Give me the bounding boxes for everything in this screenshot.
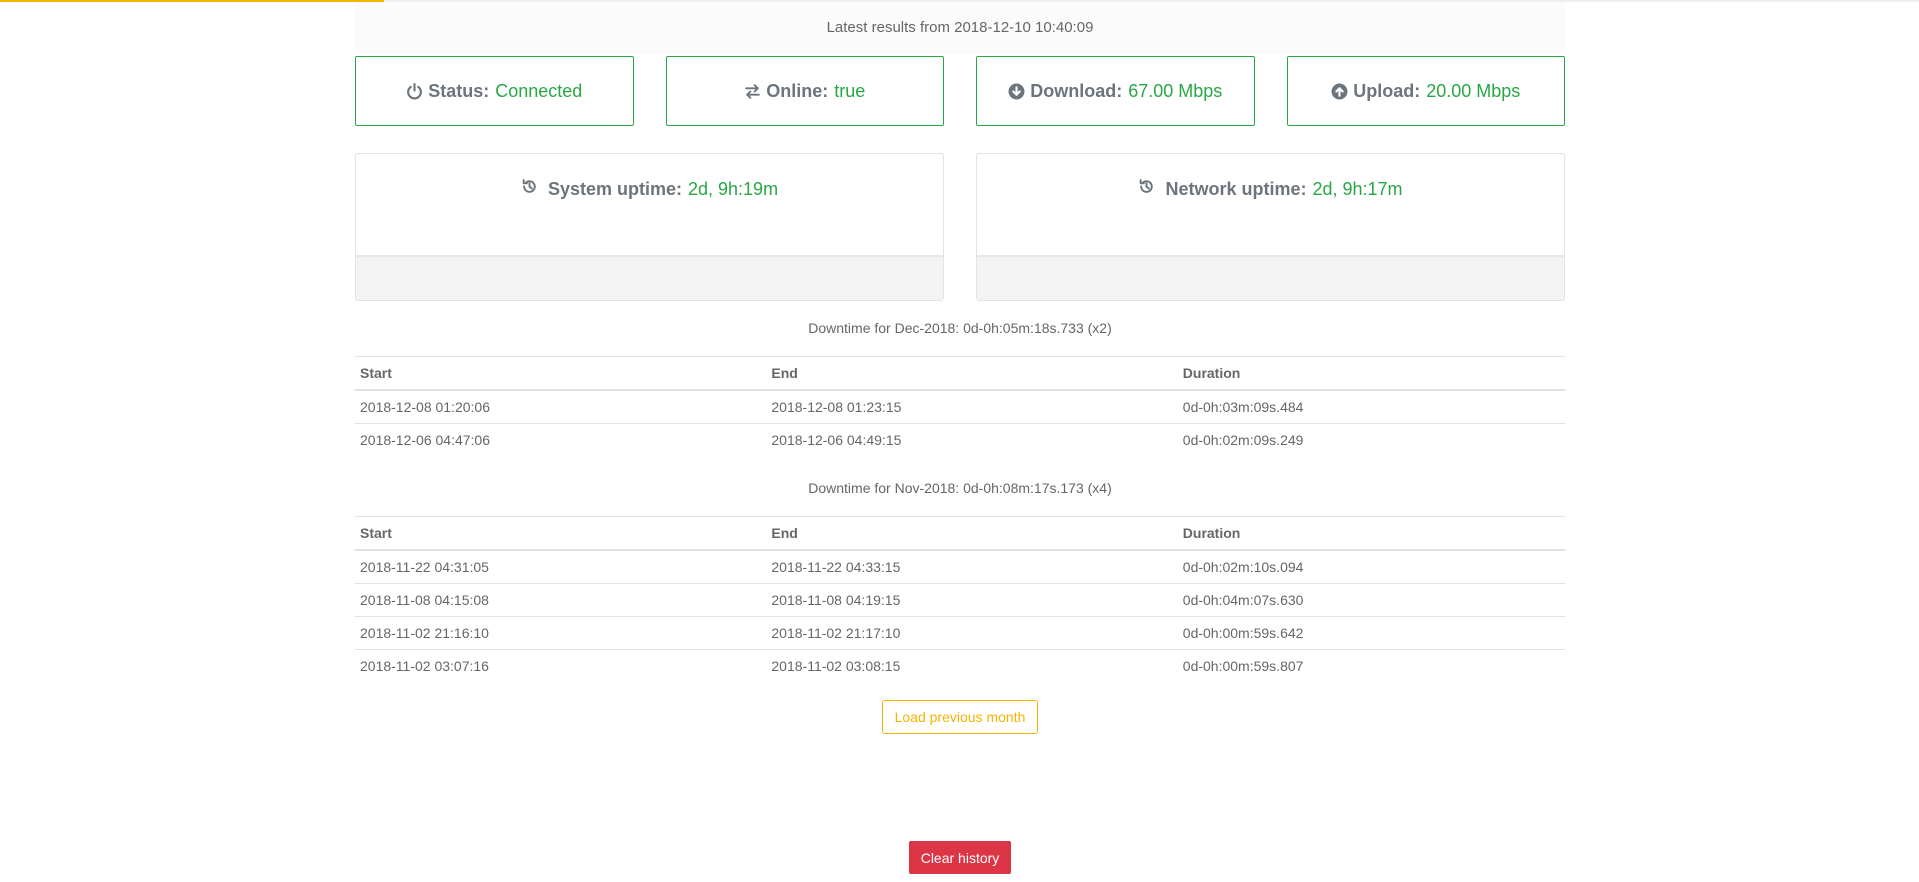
history-icon — [1138, 178, 1155, 195]
system-uptime-footer — [356, 255, 943, 300]
status-label: Status: — [428, 80, 490, 101]
exchange-icon — [744, 83, 761, 100]
network-uptime-body: Network uptime: 2d, 9h:17m — [977, 154, 1564, 255]
uptime-row: System uptime: 2d, 9h:19m Network uptime:… — [355, 153, 1565, 301]
column-header-duration: Duration — [1177, 516, 1565, 551]
online-label: Online: — [766, 80, 829, 101]
cell-duration: 0d-0h:02m:10s.094 — [1177, 550, 1565, 584]
table-header-row: Start End Duration — [355, 516, 1565, 551]
upload-value: 20.00 Mbps — [1426, 80, 1521, 101]
cell-start: 2018-11-22 04:31:05 — [355, 550, 767, 584]
network-uptime-label: Network uptime: — [1165, 179, 1307, 199]
column-header-end: End — [766, 516, 1178, 551]
status-row: Status: Connected Online: true Download:… — [355, 56, 1565, 126]
upload-label: Upload: — [1353, 80, 1421, 101]
column-header-start: Start — [355, 516, 767, 551]
cell-end: 2018-11-22 04:33:15 — [766, 550, 1178, 584]
loading-progress-bar — [0, 0, 384, 2]
upload-card: Upload: 20.00 Mbps — [1286, 56, 1565, 126]
system-uptime-body: System uptime: 2d, 9h:19m — [356, 154, 943, 255]
main-container: Latest results from 2018-12-10 10:40:09 … — [355, 0, 1565, 734]
download-card: Download: 67.00 Mbps — [976, 56, 1255, 126]
download-label: Download: — [1030, 80, 1123, 101]
cell-end: 2018-11-02 03:08:15 — [771, 658, 901, 674]
status-card: Status: Connected — [355, 56, 634, 126]
online-value: true — [834, 80, 866, 101]
cell-end: 2018-12-06 04:49:15 — [771, 432, 902, 448]
clear-history-button[interactable]: Clear history — [909, 841, 1011, 874]
system-uptime-label: System uptime: — [547, 179, 682, 199]
cell-duration: 0d-0h:03m:09s.484 — [1177, 390, 1565, 424]
cell-start: 2018-12-06 04:47:06 — [360, 432, 490, 448]
network-uptime-footer — [977, 255, 1564, 300]
upload-icon — [1331, 83, 1348, 100]
cell-start: 2018-11-02 03:07:16 — [360, 658, 489, 674]
cell-start: 2018-12-08 01:20:06 — [355, 390, 767, 424]
table-row: 2018-11-22 04:31:05 2018-11-22 04:33:15 … — [355, 550, 1565, 584]
column-header-duration: Duration — [1177, 356, 1565, 391]
download-value: 67.00 Mbps — [1128, 80, 1223, 101]
table-row: 2018-12-06 04:47:06 2018-12-06 04:49:15 … — [355, 424, 1565, 457]
history-icon — [521, 178, 538, 195]
status-value: Connected — [495, 80, 583, 101]
table-header-row: Start End Duration — [355, 356, 1565, 391]
cell-duration: 0d-0h:02m:09s.249 — [1182, 432, 1304, 448]
column-header-end: End — [766, 356, 1178, 391]
downtime-table-dec: Start End Duration 2018-12-08 01:20:06 2… — [355, 356, 1565, 456]
latest-results-text: Latest results from 2018-12-10 10:40:09 — [355, 2, 1565, 54]
cell-duration: 0d-0h:00m:59s.807 — [1182, 658, 1304, 674]
cell-end: 2018-11-02 21:17:10 — [766, 616, 1178, 650]
table-row: 2018-11-08 04:15:08 2018-11-08 04:19:15 … — [355, 583, 1565, 617]
cell-start: 2018-11-02 21:16:10 — [355, 616, 767, 650]
network-uptime-card: Network uptime: 2d, 9h:17m — [976, 153, 1565, 301]
month-summary-dec: Downtime for Dec-2018: 0d-0h:05m:18s.733… — [808, 320, 1112, 336]
table-row: 2018-11-02 21:16:10 2018-11-02 21:17:10 … — [355, 616, 1565, 650]
column-header-start: Start — [355, 356, 767, 391]
table-row: 2018-11-02 03:07:16 2018-11-02 03:08:15 … — [355, 650, 1565, 683]
cell-duration: 0d-0h:00m:59s.642 — [1177, 616, 1565, 650]
cell-end: 2018-12-08 01:23:15 — [766, 390, 1178, 424]
online-card: Online: true — [665, 56, 944, 126]
system-uptime-card: System uptime: 2d, 9h:19m — [355, 153, 944, 301]
load-previous-month-button[interactable]: Load previous month — [882, 700, 1038, 734]
network-uptime-value: 2d, 9h:17m — [1312, 179, 1403, 199]
system-uptime-value: 2d, 9h:19m — [688, 179, 779, 199]
cell-end: 2018-11-08 04:19:15 — [766, 583, 1178, 617]
download-icon — [1008, 83, 1025, 100]
month-summary-nov: Downtime for Nov-2018: 0d-0h:08m:17s.173… — [808, 480, 1112, 496]
power-icon — [406, 82, 423, 100]
downtime-table-nov: Start End Duration 2018-11-22 04:31:05 2… — [355, 516, 1565, 682]
table-row: 2018-12-08 01:20:06 2018-12-08 01:23:15 … — [355, 390, 1565, 424]
cell-start: 2018-11-08 04:15:08 — [355, 583, 767, 617]
cell-duration: 0d-0h:04m:07s.630 — [1177, 583, 1565, 617]
